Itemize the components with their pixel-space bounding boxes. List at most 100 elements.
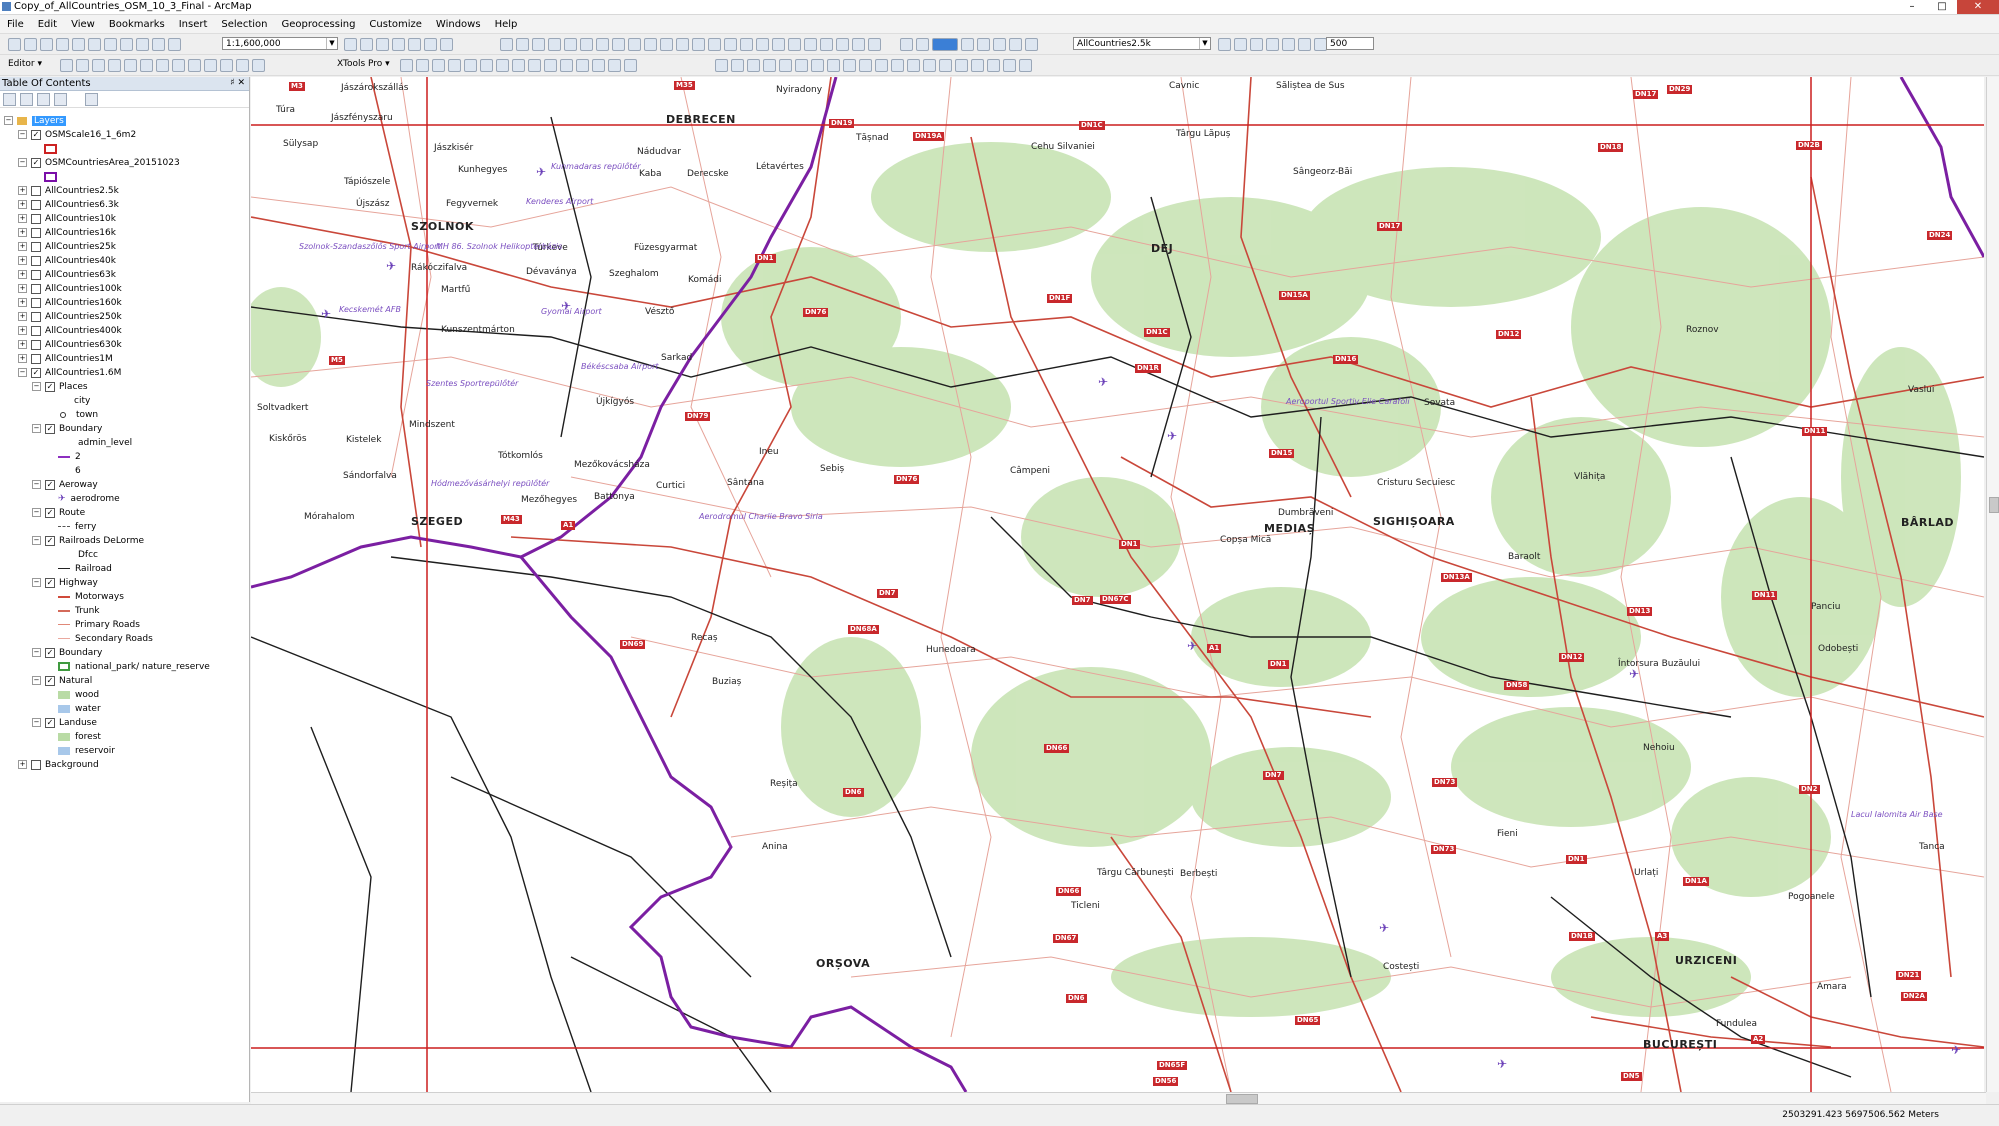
- toc-group-aeroway[interactable]: − ✓ Aeroway: [32, 479, 98, 492]
- xt-11-icon[interactable]: [560, 59, 573, 72]
- expand-icon[interactable]: +: [18, 760, 27, 769]
- tool-g-icon[interactable]: [596, 38, 609, 51]
- minimize-button[interactable]: –: [1897, 0, 1927, 14]
- reshape-icon[interactable]: [172, 59, 185, 72]
- toc-layer[interactable]: + AllCountries100k: [18, 283, 122, 296]
- maximize-button[interactable]: □: [1927, 0, 1957, 14]
- expand-icon[interactable]: +: [18, 256, 27, 265]
- tool-ae-icon[interactable]: [1025, 38, 1038, 51]
- toc-group-boundary2[interactable]: − ✓ Boundary: [32, 647, 102, 660]
- expand-icon[interactable]: +: [18, 354, 27, 363]
- pin-icon[interactable]: ♯: [230, 78, 234, 88]
- rotate-icon[interactable]: [220, 59, 233, 72]
- expand-icon[interactable]: +: [18, 200, 27, 209]
- checkbox[interactable]: ✓: [31, 367, 41, 378]
- straight-segment-icon[interactable]: [92, 59, 105, 72]
- tool-k-icon[interactable]: [660, 38, 673, 51]
- editor-toolbar-icon[interactable]: [344, 38, 357, 51]
- toc-group-highway[interactable]: − ✓ Highway: [32, 577, 98, 590]
- toc-layer[interactable]: + AllCountries2.5k: [18, 185, 119, 198]
- tool-u-icon[interactable]: [820, 38, 833, 51]
- tool-e-icon[interactable]: [564, 38, 577, 51]
- menu-file[interactable]: File: [0, 19, 31, 30]
- tool-r-icon[interactable]: [772, 38, 785, 51]
- attributes-icon[interactable]: [236, 59, 249, 72]
- collapse-icon[interactable]: −: [18, 158, 27, 167]
- tool-b-icon[interactable]: [516, 38, 529, 51]
- list-by-source-icon[interactable]: [20, 92, 33, 106]
- toc-layer[interactable]: + AllCountries250k: [18, 311, 122, 324]
- number-input[interactable]: 500: [1326, 37, 1374, 50]
- toc-layers-root[interactable]: − Layers: [4, 115, 66, 128]
- color-fill-icon[interactable]: [932, 38, 958, 51]
- toc-layer-allcountries-1-6m[interactable]: − ✓ AllCountries1.6M: [18, 367, 121, 380]
- hyperlink-icon[interactable]: [955, 59, 968, 72]
- tool-t-icon[interactable]: [804, 38, 817, 51]
- zoom-in-icon[interactable]: [715, 59, 728, 72]
- xtools-pro-menu[interactable]: XTools Pro ▾: [337, 59, 390, 69]
- collapse-icon[interactable]: −: [32, 676, 41, 685]
- toc-layer[interactable]: + AllCountries63k: [18, 269, 116, 282]
- tool-x-icon[interactable]: [868, 38, 881, 51]
- checkbox[interactable]: [31, 227, 41, 238]
- toc-layer[interactable]: + AllCountries40k: [18, 255, 116, 268]
- xt-9-icon[interactable]: [528, 59, 541, 72]
- delete-icon[interactable]: [120, 38, 133, 51]
- collapse-icon[interactable]: −: [32, 424, 41, 433]
- menu-help[interactable]: Help: [488, 19, 525, 30]
- point-icon[interactable]: [140, 59, 153, 72]
- search-window-icon[interactable]: [392, 38, 405, 51]
- arctoolbox-icon[interactable]: [408, 38, 421, 51]
- checkbox[interactable]: [31, 185, 41, 196]
- full-extent-icon[interactable]: [763, 59, 776, 72]
- find-route-icon[interactable]: [923, 59, 936, 72]
- menu-windows[interactable]: Windows: [429, 19, 488, 30]
- brightness-icon[interactable]: [1234, 38, 1247, 51]
- tool-aa-icon[interactable]: [961, 38, 974, 51]
- measure-icon[interactable]: [939, 59, 952, 72]
- toc-group-boundary[interactable]: − ✓ Boundary: [32, 423, 102, 436]
- toc-layer[interactable]: + AllCountries16k: [18, 227, 116, 240]
- checkbox[interactable]: [31, 255, 41, 266]
- print-icon[interactable]: [56, 38, 69, 51]
- tool-h-icon[interactable]: [612, 38, 625, 51]
- collapse-icon[interactable]: −: [18, 368, 27, 377]
- checkbox[interactable]: ✓: [45, 507, 55, 518]
- tool-a-icon[interactable]: [500, 38, 513, 51]
- toc-layer[interactable]: + AllCountries400k: [18, 325, 122, 338]
- checkbox[interactable]: ✓: [45, 423, 55, 434]
- checkbox[interactable]: [31, 353, 41, 364]
- python-icon[interactable]: [424, 38, 437, 51]
- checkbox[interactable]: ✓: [45, 381, 55, 392]
- checkbox[interactable]: ✓: [45, 577, 55, 588]
- tool-c-icon[interactable]: [532, 38, 545, 51]
- copy-icon[interactable]: [88, 38, 101, 51]
- collapse-icon[interactable]: −: [32, 508, 41, 517]
- tool-y-icon[interactable]: [900, 38, 913, 51]
- identify-icon[interactable]: [891, 59, 904, 72]
- xt-10-icon[interactable]: [544, 59, 557, 72]
- split-icon[interactable]: [204, 59, 217, 72]
- tool-af-icon[interactable]: [1298, 38, 1311, 51]
- options-icon[interactable]: [85, 92, 98, 106]
- expand-icon[interactable]: +: [18, 186, 27, 195]
- collapse-icon[interactable]: −: [32, 382, 41, 391]
- xt-5-icon[interactable]: [464, 59, 477, 72]
- tool-j-icon[interactable]: [644, 38, 657, 51]
- tool-d-icon[interactable]: [548, 38, 561, 51]
- xt-3-icon[interactable]: [432, 59, 445, 72]
- list-by-selection-icon[interactable]: [54, 92, 67, 106]
- toc-group-places[interactable]: − ✓ Places: [32, 381, 88, 394]
- toc-icon[interactable]: [360, 38, 373, 51]
- tool-s-icon[interactable]: [788, 38, 801, 51]
- open-icon[interactable]: [24, 38, 37, 51]
- toc-layer[interactable]: + AllCountries10k: [18, 213, 116, 226]
- tool-i-icon[interactable]: [628, 38, 641, 51]
- list-by-visibility-icon[interactable]: [37, 92, 50, 106]
- xt-14-icon[interactable]: [608, 59, 621, 72]
- toc-layer[interactable]: + AllCountries25k: [18, 241, 116, 254]
- checkbox[interactable]: [31, 269, 41, 280]
- swipe-icon[interactable]: [1266, 38, 1279, 51]
- menu-geoprocessing[interactable]: Geoprocessing: [275, 19, 363, 30]
- edit-vertices-icon[interactable]: [156, 59, 169, 72]
